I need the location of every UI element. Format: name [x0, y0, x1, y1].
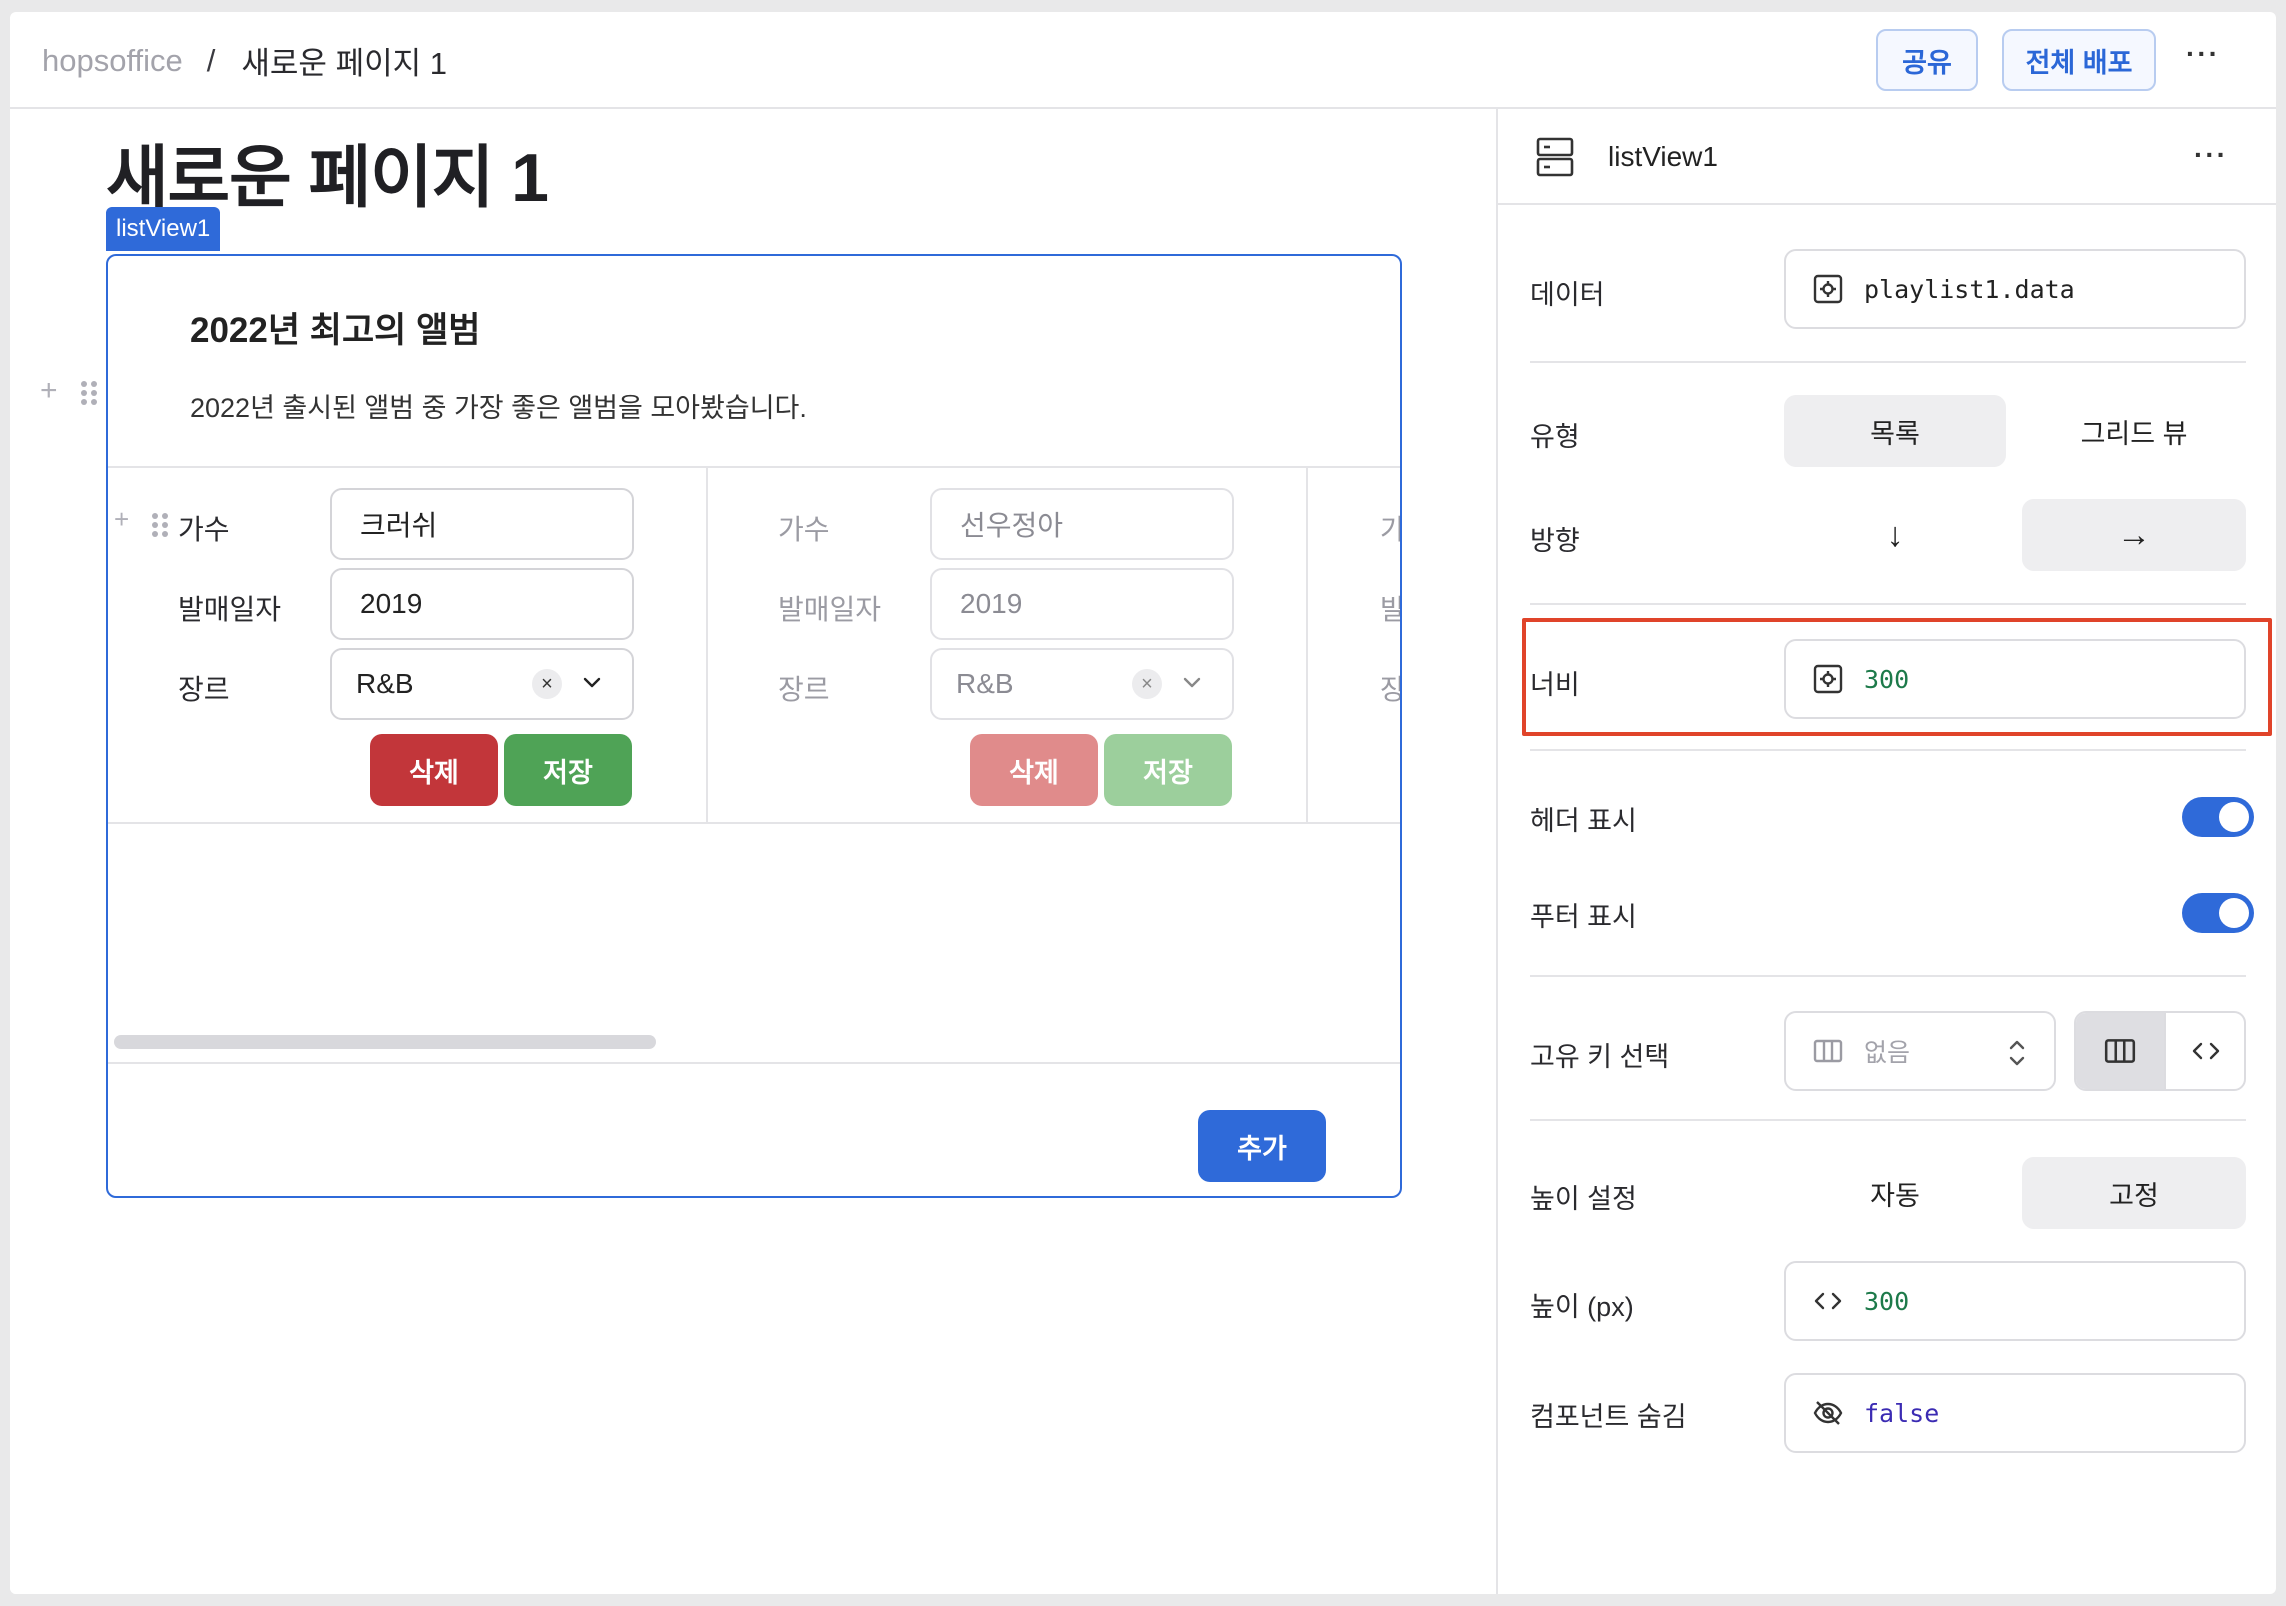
- list-item: 가 발 장: [1308, 468, 1400, 822]
- divider: [1530, 361, 2246, 363]
- type-option-grid[interactable]: 그리드 뷰: [2022, 395, 2246, 467]
- horizontal-scrollbar[interactable]: [114, 1035, 656, 1049]
- eye-off-icon: [1813, 1401, 1843, 1425]
- hidden-label: 컴포넌트 숨김: [1530, 1402, 1687, 1432]
- data-label: 데이터: [1530, 280, 1605, 310]
- header-toggle[interactable]: [2182, 797, 2254, 837]
- save-button[interactable]: 저장: [1104, 734, 1232, 806]
- unique-key-value: 없음: [1864, 1039, 1911, 1067]
- list-view-items: + 가수 크러쉬 발매일자 2019 장르 R&B × 삭제 저장 가수 선우정…: [108, 468, 1400, 824]
- breadcrumb-separator: /: [206, 42, 216, 78]
- list-item: 가수 선우정아 발매일자 2019 장르 R&B × 삭제 저장: [708, 468, 1308, 822]
- list-view[interactable]: 2022년 최고의 앨범 2022년 출시된 앨범 중 가장 좋은 앨범을 모아…: [106, 254, 1402, 1198]
- breadcrumb-org[interactable]: hopsoffice: [42, 43, 183, 79]
- release-label: 발매일자: [178, 594, 282, 625]
- footer-toggle[interactable]: [2182, 893, 2254, 933]
- divider: [1530, 749, 2246, 751]
- height-px-field[interactable]: 300: [1784, 1261, 2246, 1341]
- genre-select[interactable]: R&B ×: [330, 648, 634, 720]
- header-toggle-label: 헤더 표시: [1530, 806, 1637, 836]
- divider: [1530, 1119, 2246, 1121]
- top-bar: hopsoffice / 새로운 페이지 1 공유 전체 배포 ···: [10, 12, 2276, 109]
- columns-icon: [2104, 1039, 2136, 1063]
- height-mode-label: 높이 설정: [1530, 1184, 1637, 1214]
- direction-vertical-icon[interactable]: ↓: [1784, 499, 2006, 571]
- genre-label: 장르: [778, 674, 830, 705]
- panel-header: listView1 ···: [1498, 109, 2276, 205]
- singer-input[interactable]: 크러쉬: [330, 488, 634, 560]
- code-icon: [2192, 1042, 2220, 1060]
- direction-label: 방향: [1530, 526, 1580, 556]
- list-view-footer-divider: [108, 1062, 1400, 1064]
- singer-label: 가수: [778, 514, 830, 545]
- delete-button[interactable]: 삭제: [970, 734, 1098, 806]
- height-px-value: 300: [1864, 1286, 1910, 1316]
- add-block-icon[interactable]: +: [40, 374, 58, 408]
- unique-key-label: 고유 키 선택: [1530, 1042, 1670, 1072]
- list-view-header: 2022년 최고의 앨범 2022년 출시된 앨범 중 가장 좋은 앨범을 모아…: [108, 256, 1400, 468]
- save-button[interactable]: 저장: [504, 734, 632, 806]
- width-highlight-box: [1522, 618, 2272, 736]
- drag-handle-icon[interactable]: [81, 381, 97, 405]
- clear-icon[interactable]: ×: [532, 669, 562, 699]
- release-label: 발: [1380, 588, 1400, 628]
- delete-button[interactable]: 삭제: [370, 734, 498, 806]
- hidden-field[interactable]: false: [1784, 1373, 2246, 1453]
- release-input[interactable]: 2019: [930, 568, 1234, 640]
- chevron-up-down-icon: [2009, 1040, 2025, 1066]
- list-view-title: 2022년 최고의 앨범: [190, 311, 481, 350]
- settings-box-icon: [1813, 274, 1843, 304]
- height-mode-fixed[interactable]: 고정: [2022, 1157, 2246, 1229]
- drag-handle-icon[interactable]: [152, 513, 168, 537]
- genre-select-value: R&B: [956, 668, 1014, 699]
- chevron-down-icon[interactable]: [580, 670, 604, 694]
- genre-select[interactable]: R&B ×: [930, 648, 1234, 720]
- chevron-down-icon[interactable]: [1180, 670, 1204, 694]
- list-view-description: 2022년 출시된 앨범 중 가장 좋은 앨범을 모아봤습니다.: [190, 393, 807, 423]
- release-input[interactable]: 2019: [330, 568, 634, 640]
- unique-key-mode-toggle: [2074, 1011, 2246, 1091]
- code-mode-button[interactable]: [2164, 1013, 2244, 1089]
- type-label: 유형: [1530, 422, 1580, 452]
- component-name[interactable]: listView1: [1608, 141, 1718, 173]
- divider: [1530, 603, 2246, 605]
- divider: [1530, 975, 2246, 977]
- app-window: hopsoffice / 새로운 페이지 1 공유 전체 배포 ··· 새로운 …: [10, 12, 2276, 1594]
- clear-icon[interactable]: ×: [1132, 669, 1162, 699]
- singer-label: 가수: [178, 514, 230, 545]
- properties-panel: listView1 ··· 데이터 playlist1.data 유형 목록 그…: [1498, 109, 2276, 1594]
- release-label: 발매일자: [778, 594, 882, 625]
- add-block-icon[interactable]: +: [114, 504, 129, 535]
- genre-label: 장: [1380, 668, 1400, 708]
- list-item: + 가수 크러쉬 발매일자 2019 장르 R&B × 삭제 저장: [108, 468, 708, 822]
- unique-key-select[interactable]: 없음: [1784, 1011, 2056, 1091]
- genre-select-value: R&B: [356, 668, 414, 699]
- columns-icon: [1813, 1039, 1843, 1063]
- breadcrumb-page[interactable]: 새로운 페이지 1: [241, 38, 447, 83]
- code-icon: [1814, 1292, 1842, 1310]
- selected-component-tag[interactable]: listView1: [106, 207, 221, 251]
- singer-label: 가: [1380, 508, 1400, 548]
- height-mode-auto[interactable]: 자동: [1784, 1157, 2006, 1229]
- data-field-value: playlist1.data: [1864, 274, 2075, 304]
- add-button[interactable]: 추가: [1198, 1110, 1326, 1182]
- more-options-icon[interactable]: ···: [2186, 38, 2220, 70]
- singer-input[interactable]: 선우정아: [930, 488, 1234, 560]
- deploy-all-button[interactable]: 전체 배포: [2002, 29, 2156, 91]
- height-px-label: 높이 (px): [1530, 1292, 1634, 1322]
- type-option-list[interactable]: 목록: [1784, 395, 2006, 467]
- hidden-value: false: [1864, 1398, 1940, 1428]
- share-button[interactable]: 공유: [1876, 29, 1978, 91]
- direction-horizontal-icon[interactable]: →: [2022, 499, 2246, 571]
- list-view-icon: [1536, 137, 1574, 177]
- footer-toggle-label: 푸터 표시: [1530, 902, 1637, 932]
- genre-label: 장르: [178, 674, 230, 705]
- breadcrumb: hopsoffice / 새로운 페이지 1: [42, 38, 447, 83]
- data-field[interactable]: playlist1.data: [1784, 249, 2246, 329]
- panel-more-icon[interactable]: ···: [2194, 139, 2228, 171]
- column-mode-button[interactable]: [2076, 1013, 2164, 1089]
